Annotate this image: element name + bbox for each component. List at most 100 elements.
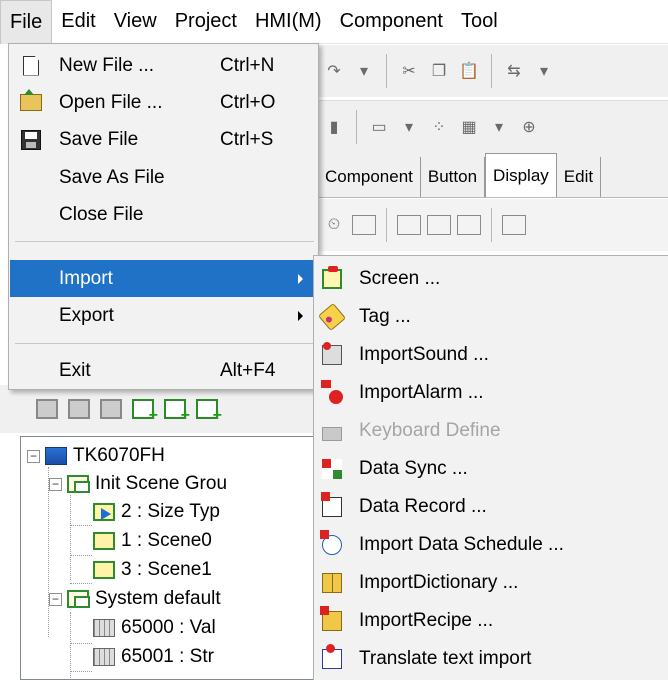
project-tree: − TK6070FH − Init Scene Grou 2 : Size Ty… xyxy=(20,436,318,680)
menu-hmi[interactable]: HMI(M) xyxy=(246,0,331,44)
tree-item-label: Init Scene Grou xyxy=(95,473,228,494)
tree-item-root[interactable]: − TK6070FH xyxy=(27,441,165,471)
paste-icon[interactable]: 📋 xyxy=(457,59,481,83)
tree-item-scene[interactable]: 65000 : Val xyxy=(93,613,216,643)
submenu-item-import-dictionary[interactable]: ImportDictionary ... xyxy=(314,564,668,601)
menu-bar: File Edit View Project HMI(M) Component … xyxy=(0,0,668,44)
menu-item-label: Save File xyxy=(59,128,139,150)
tab-component[interactable]: Component xyxy=(318,157,421,197)
submenu-item-data-sync[interactable]: Data Sync ... xyxy=(314,450,668,487)
tree-item-label: 65000 : Val xyxy=(121,617,216,638)
add-item-icon[interactable] xyxy=(196,399,222,425)
gray-icon[interactable] xyxy=(68,399,90,419)
submenu-item-keyboard-define: Keyboard Define xyxy=(314,412,668,449)
data-record-icon xyxy=(320,491,344,519)
submenu-item-screen[interactable]: Screen ... xyxy=(314,260,668,297)
level-icon[interactable] xyxy=(457,215,481,235)
redo-icon[interactable]: ↷ xyxy=(322,59,346,83)
collapse-icon[interactable]: − xyxy=(27,449,40,463)
component-tab-bar: Component Button Display Edit xyxy=(318,152,668,198)
submenu-item-data-record[interactable]: Data Record ... xyxy=(314,488,668,525)
menu-item-save-file[interactable]: Save File Ctrl+S xyxy=(10,121,317,158)
dropdown-icon[interactable]: ▾ xyxy=(532,59,556,83)
submenu-item-translate-text-import[interactable]: Translate text import xyxy=(314,640,668,677)
submenu-item-label: Translate text import xyxy=(359,647,532,669)
gray-icon[interactable] xyxy=(100,399,122,419)
tab-edit[interactable]: Edit xyxy=(557,157,602,197)
floppy-disk-icon xyxy=(20,129,42,151)
menu-item-label: Close File xyxy=(59,203,144,225)
gray-icon[interactable] xyxy=(36,399,58,419)
dropdown-icon[interactable]: ▾ xyxy=(397,115,421,139)
menu-item-export[interactable]: Export xyxy=(10,297,317,334)
submenu-item-import-sound[interactable]: ImportSound ... xyxy=(314,336,668,373)
collapse-icon[interactable]: − xyxy=(49,477,62,491)
calendar-icon[interactable] xyxy=(352,215,376,235)
dropdown-icon[interactable]: ▾ xyxy=(352,59,376,83)
tree-item-scene[interactable]: 2 : Size Typ xyxy=(93,497,220,527)
align-icon[interactable]: ⇆ xyxy=(502,59,526,83)
table-icon[interactable]: ▦ xyxy=(457,115,481,139)
tab-display[interactable]: Display xyxy=(485,153,557,197)
lock-icon[interactable]: ▮ xyxy=(322,115,346,139)
tree-item-system-default[interactable]: − System default xyxy=(49,584,221,614)
open-folder-icon xyxy=(20,89,42,114)
file-menu-dropdown: New File ... Ctrl+N Open File ... Ctrl+O… xyxy=(8,43,319,390)
dropdown-icon[interactable]: ▾ xyxy=(487,115,511,139)
window-icon[interactable]: ▭ xyxy=(367,115,391,139)
menu-item-label: New File ... xyxy=(59,54,155,76)
tree-item-label: 3 : Scene1 xyxy=(121,559,212,580)
tab-button[interactable]: Button xyxy=(421,157,486,197)
scene-icon xyxy=(93,561,115,579)
tree-item-label: 65001 : Str xyxy=(121,646,214,667)
hmi-device-icon xyxy=(45,447,67,465)
menu-project[interactable]: Project xyxy=(166,0,246,44)
screen-import-icon xyxy=(320,265,344,291)
keyboard-scene-icon xyxy=(93,619,115,637)
menu-item-new-file[interactable]: New File ... Ctrl+N xyxy=(10,47,317,84)
trend-chart-icon[interactable] xyxy=(502,215,526,235)
tree-item-init-scene-group[interactable]: − Init Scene Grou xyxy=(49,469,227,499)
grid-icon[interactable]: ⁘ xyxy=(427,115,451,139)
menu-item-open-file[interactable]: Open File ... Ctrl+O xyxy=(10,84,317,121)
menu-item-save-as-file[interactable]: Save As File xyxy=(10,159,317,196)
bar-graph-icon[interactable] xyxy=(427,215,451,235)
tree-item-scene[interactable]: 1 : Scene0 xyxy=(93,526,212,556)
scene-group-icon xyxy=(67,475,90,493)
menu-item-exit[interactable]: Exit Alt+F4 xyxy=(10,352,317,389)
new-file-icon xyxy=(20,55,42,77)
toolbar-separator xyxy=(356,109,357,144)
tree-item-scene[interactable]: 3 : Scene1 xyxy=(93,555,212,585)
collapse-icon[interactable]: − xyxy=(49,592,62,606)
zoom-icon[interactable]: ⊕ xyxy=(517,115,541,139)
tag-icon xyxy=(317,302,347,331)
toolbar-separator xyxy=(491,208,492,242)
add-scene-icon[interactable] xyxy=(132,399,158,425)
submenu-item-import-data-schedule[interactable]: Import Data Schedule ... xyxy=(314,526,668,563)
tree-item-scene[interactable]: 65001 : Str xyxy=(93,642,214,672)
menu-component[interactable]: Component xyxy=(331,0,452,44)
clock-icon[interactable]: ⏲ xyxy=(322,213,346,237)
tree-connector xyxy=(70,555,92,556)
meter-icon[interactable] xyxy=(397,215,421,235)
menu-item-label: Exit xyxy=(59,359,91,381)
submenu-item-label: Import Data Schedule ... xyxy=(359,533,564,555)
menu-item-close-file[interactable]: Close File xyxy=(10,196,317,233)
add-group-icon[interactable] xyxy=(164,399,190,425)
menu-item-import[interactable]: Import xyxy=(10,260,317,297)
copy-icon[interactable]: ❐ xyxy=(427,59,451,83)
submenu-item-import-recipe[interactable]: ImportRecipe ... xyxy=(314,602,668,639)
menu-tool[interactable]: Tool xyxy=(452,0,507,44)
tree-item-label: 1 : Scene0 xyxy=(121,530,212,551)
data-schedule-icon xyxy=(320,529,344,557)
submenu-item-label: Data Sync ... xyxy=(359,457,468,479)
menu-view[interactable]: View xyxy=(105,0,166,44)
submenu-item-tag[interactable]: Tag ... xyxy=(314,298,668,335)
cut-icon[interactable]: ✂ xyxy=(397,59,421,83)
menu-edit[interactable]: Edit xyxy=(52,0,104,44)
submenu-item-import-alarm[interactable]: ImportAlarm ... xyxy=(314,374,668,411)
standard-toolbar: ↷ ▾ ✂ ❐ 📋 ⇆ ▾ xyxy=(318,45,668,97)
menu-item-shortcut: Ctrl+S xyxy=(220,128,274,150)
menu-file[interactable]: File xyxy=(0,0,53,44)
menu-item-label: Import xyxy=(59,267,113,289)
